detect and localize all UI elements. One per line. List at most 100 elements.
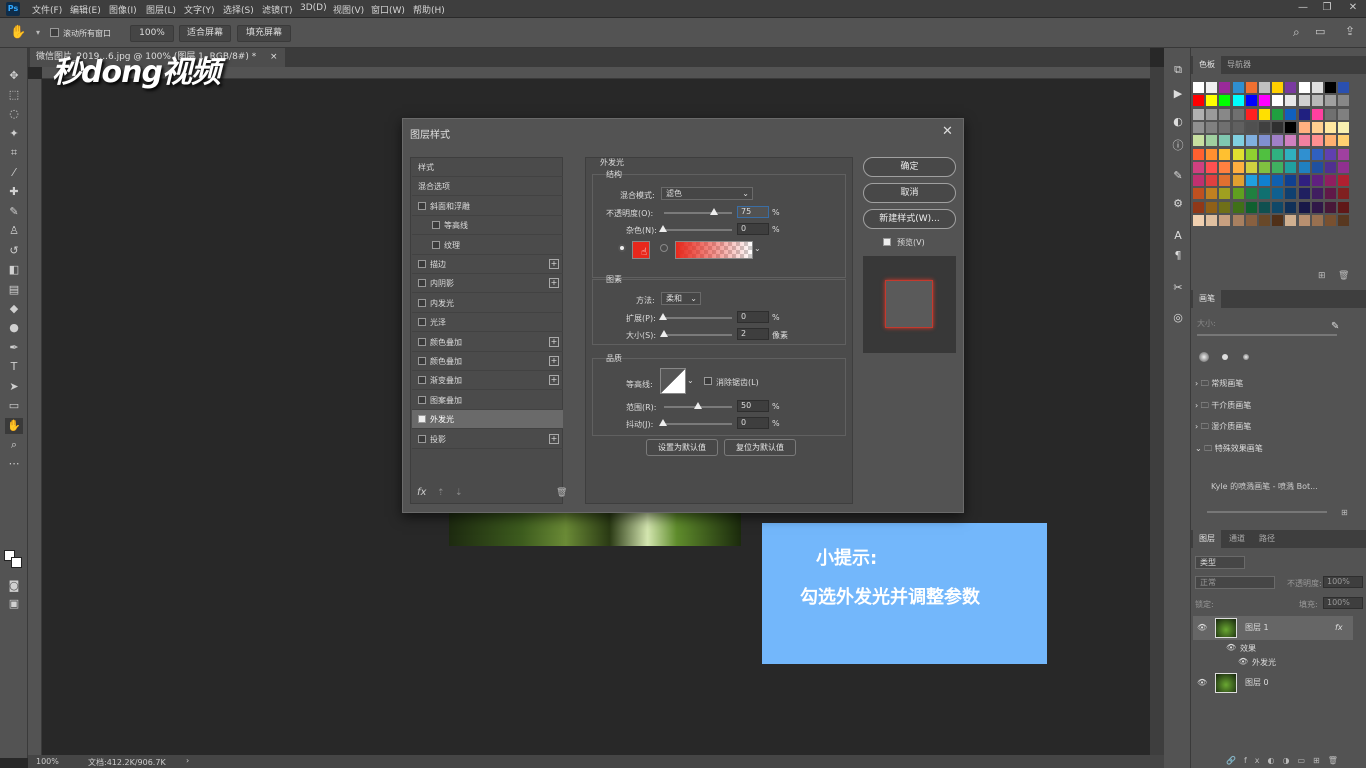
style-item[interactable]: 颜色叠加 + [412, 352, 563, 371]
color-swatch[interactable] [1272, 121, 1284, 133]
style-checkbox[interactable] [418, 260, 426, 268]
spread-field[interactable]: 0 [737, 311, 769, 323]
jitter-slider-thumb[interactable] [659, 419, 667, 426]
vertical-scrollbar[interactable] [1150, 67, 1164, 755]
color-swatch[interactable] [1272, 215, 1284, 226]
style-checkbox[interactable] [418, 337, 426, 346]
color-swatch[interactable] [1193, 108, 1204, 120]
effect-eye-icon[interactable]: 👁 [1238, 657, 1248, 666]
color-swatch[interactable] [1219, 175, 1231, 187]
color-swatch[interactable] [1311, 135, 1323, 147]
background-color-swatch[interactable] [11, 557, 22, 568]
color-swatch[interactable] [1298, 135, 1310, 147]
dialog-close-icon[interactable]: ✕ [942, 124, 953, 139]
color-swatch[interactable] [1206, 121, 1218, 133]
quick-mask-icon[interactable]: ◙ [5, 578, 23, 594]
add-style-icon[interactable]: + [549, 356, 559, 366]
reset-default-button[interactable]: 复位为默认值 [724, 439, 796, 456]
color-swatch[interactable] [1298, 148, 1310, 160]
color-swatch[interactable] [1245, 82, 1257, 93]
style-item[interactable]: 颜色叠加 + [412, 333, 563, 352]
color-swatch[interactable] [1219, 148, 1231, 160]
color-swatch[interactable] [1206, 135, 1218, 147]
effects-eye-icon[interactable]: 👁 [1226, 643, 1236, 652]
color-swatch[interactable] [1232, 82, 1244, 93]
color-swatch[interactable] [1219, 95, 1231, 107]
brush-size-slider[interactable] [1197, 334, 1337, 336]
style-item[interactable]: 渐变叠加 + [412, 371, 563, 391]
new-brush-icon[interactable]: ⊞ [1341, 508, 1348, 517]
style-checkbox[interactable] [432, 221, 440, 230]
jitter-field[interactable]: 0 [737, 417, 769, 429]
color-swatch[interactable] [1259, 121, 1270, 133]
brush-folder-general[interactable]: › 🗀 常规画笔 [1195, 374, 1355, 394]
color-swatch[interactable] [1206, 82, 1218, 93]
menu-item[interactable]: 视图(V) [333, 3, 364, 16]
color-swatch[interactable] [1232, 201, 1244, 213]
style-item[interactable]: 投影 + [412, 430, 563, 449]
brush-folder-special[interactable]: ⌄ 🗀 特殊效果画笔 [1195, 439, 1355, 459]
layer-kind-filter[interactable]: 类型 [1195, 556, 1245, 569]
new-swatch-icon[interactable]: ⊞ [1318, 271, 1326, 281]
style-item[interactable]: 光泽 [412, 313, 563, 333]
color-swatch[interactable] [1272, 175, 1284, 187]
crop-tool-icon[interactable]: ⌗ [5, 145, 23, 161]
screen-mode-icon[interactable]: ▣ [5, 596, 23, 612]
color-swatch[interactable] [1298, 161, 1310, 173]
color-swatch[interactable] [1338, 121, 1350, 133]
color-swatch[interactable] [1311, 188, 1323, 200]
color-swatch[interactable] [1325, 108, 1336, 120]
tab-navigator[interactable]: 导航器 [1221, 56, 1257, 74]
adjustments-icon[interactable]: ◐ [1170, 114, 1186, 130]
layer-visibility-eye-icon[interactable]: 👁 [1197, 616, 1207, 640]
color-swatch[interactable] [1245, 201, 1257, 213]
style-item[interactable]: 斜面和浮雕 [412, 197, 563, 216]
color-swatch[interactable] [1245, 135, 1257, 147]
eyedropper-tool-icon[interactable]: ⁄ [5, 165, 23, 181]
move-tool-icon[interactable]: ✥ [5, 68, 23, 84]
color-swatch[interactable] [1232, 188, 1244, 200]
color-swatch[interactable] [1311, 95, 1323, 107]
tab-swatches[interactable]: 色板 [1193, 56, 1221, 74]
color-swatch[interactable] [1219, 135, 1231, 147]
color-swatch[interactable] [1245, 215, 1257, 226]
color-swatch[interactable] [1272, 95, 1284, 107]
color-swatch[interactable] [1338, 135, 1350, 147]
brush-preset-soft-small[interactable] [1243, 354, 1249, 360]
opacity-slider-thumb[interactable] [710, 208, 718, 215]
status-arrow-icon[interactable]: › [186, 756, 189, 765]
color-swatch[interactable] [1285, 82, 1297, 93]
healing-brush-tool-icon[interactable]: ✚ [5, 184, 23, 200]
style-item[interactable]: 图案叠加 [412, 391, 563, 410]
range-field[interactable]: 50 [737, 400, 769, 412]
delete-effect-icon[interactable]: 🗑 [556, 488, 567, 498]
style-item[interactable]: 样式 [412, 158, 563, 177]
color-swatch[interactable] [1206, 215, 1218, 226]
color-swatch[interactable] [1311, 82, 1323, 93]
color-swatch[interactable] [1338, 161, 1350, 173]
magic-wand-tool-icon[interactable]: ✦ [5, 126, 23, 142]
size-field[interactable]: 2 [737, 328, 769, 340]
menu-item[interactable]: 滤镜(T) [262, 3, 293, 16]
color-swatch[interactable] [1206, 175, 1218, 187]
color-swatch[interactable] [1311, 175, 1323, 187]
brush-folder-wet[interactable]: › 🗀 湿介质画笔 [1195, 417, 1355, 437]
zoom-tool-icon[interactable]: ⌕ [5, 437, 23, 453]
color-swatch[interactable] [1245, 95, 1257, 107]
style-checkbox[interactable] [418, 434, 426, 443]
color-swatch[interactable] [1285, 108, 1297, 120]
color-swatch[interactable] [1285, 121, 1297, 133]
tab-channels[interactable]: 通道 [1223, 530, 1251, 548]
color-swatch[interactable] [1259, 175, 1270, 187]
actions-play-icon[interactable]: ▶ [1170, 86, 1186, 102]
layer-name[interactable]: 图层 0 [1245, 671, 1269, 695]
dodge-tool-icon[interactable]: ● [5, 320, 23, 336]
color-swatch[interactable] [1338, 215, 1350, 226]
color-swatch[interactable] [1311, 215, 1323, 226]
search-icon[interactable]: ⌕ [1293, 25, 1300, 40]
menu-item[interactable]: 选择(S) [223, 3, 254, 16]
color-radio-button[interactable] [618, 244, 626, 252]
add-style-icon[interactable]: + [549, 336, 559, 347]
color-swatch[interactable] [1285, 135, 1297, 147]
close-tab-icon[interactable]: × [270, 48, 278, 67]
